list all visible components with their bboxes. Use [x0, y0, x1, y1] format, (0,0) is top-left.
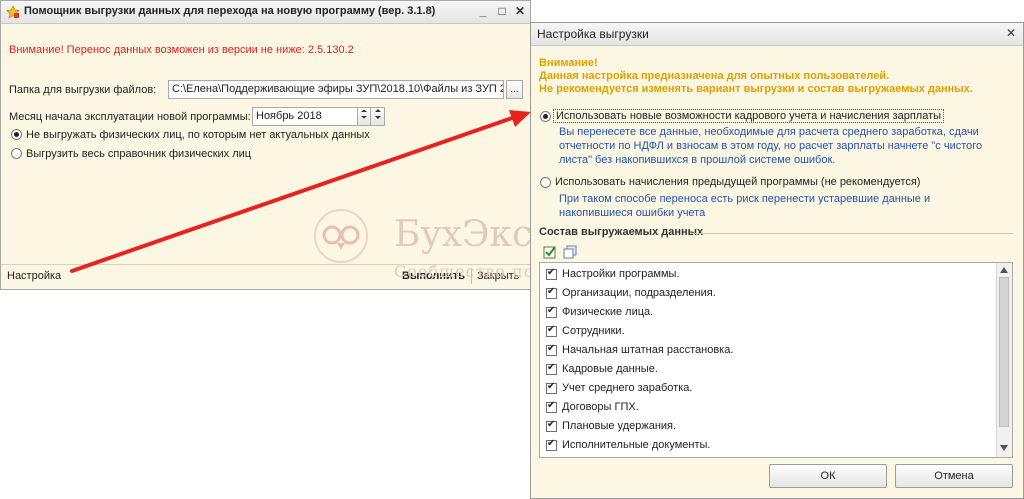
arrow-annotation [70, 110, 531, 273]
